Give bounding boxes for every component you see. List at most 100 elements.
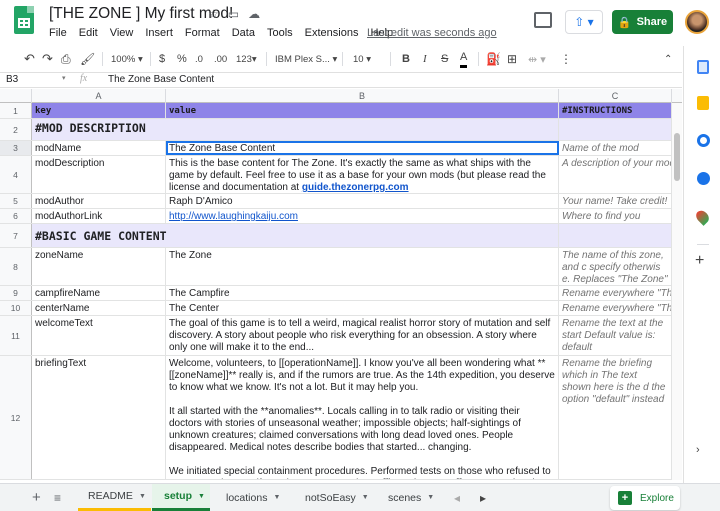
- calendar-icon[interactable]: [697, 60, 709, 74]
- sheet-tab-locations[interactable]: locations ▼: [214, 484, 292, 511]
- cell[interactable]: centerName: [32, 301, 166, 315]
- bold-button[interactable]: B: [402, 46, 410, 72]
- cell[interactable]: Welcome, volunteers, to [[operationName]…: [166, 356, 559, 479]
- cell[interactable]: http://www.laughingkaiju.com: [166, 209, 559, 223]
- row-number[interactable]: 6: [0, 209, 32, 223]
- cell[interactable]: Name of the mod: [559, 141, 672, 155]
- menu-insert[interactable]: Insert: [145, 27, 173, 39]
- undo-icon[interactable]: ↶: [24, 46, 35, 72]
- cell[interactable]: A description of your mod: [559, 156, 672, 193]
- menu-tools[interactable]: Tools: [267, 27, 293, 39]
- currency-format-button[interactable]: $: [159, 46, 165, 72]
- sheets-scroll-left-icon[interactable]: ◂: [454, 484, 460, 511]
- text-color-button[interactable]: A: [460, 48, 468, 68]
- column-header-c[interactable]: C: [559, 89, 672, 103]
- more-formats-button[interactable]: 123 ▾: [236, 46, 257, 72]
- contacts-icon[interactable]: [697, 172, 710, 185]
- italic-button[interactable]: I: [423, 46, 427, 72]
- cell[interactable]: Your name! Take credit!: [559, 194, 672, 208]
- tasks-icon[interactable]: [697, 134, 710, 147]
- name-box[interactable]: B3: [6, 74, 18, 85]
- cell[interactable]: briefingText: [32, 356, 166, 479]
- sheet-tab-notsoeasy[interactable]: notSoEasy ▼: [295, 484, 377, 511]
- guide-link[interactable]: guide.thezonerpg.com: [302, 182, 409, 193]
- column-header-b[interactable]: B: [166, 89, 559, 103]
- star-icon[interactable]: ☆: [208, 7, 219, 21]
- scrollbar-thumb[interactable]: [674, 133, 680, 181]
- paint-format-icon[interactable]: 🖌: [80, 46, 95, 72]
- row-number[interactable]: 4: [0, 156, 32, 193]
- collapse-toolbar-icon[interactable]: ⌃: [664, 46, 672, 72]
- share-button[interactable]: 🔒 Share: [612, 10, 673, 34]
- present-button[interactable]: ⇧ ▾: [565, 10, 603, 34]
- font-size-select[interactable]: 10 ▾: [353, 46, 371, 72]
- cell[interactable]: The Zone: [166, 248, 559, 285]
- menu-view[interactable]: View: [110, 27, 134, 39]
- cell[interactable]: modAuthorLink: [32, 209, 166, 223]
- row-number[interactable]: 7: [0, 224, 32, 247]
- selected-cell[interactable]: The Zone Base Content: [166, 141, 559, 155]
- cell[interactable]: modAuthor: [32, 194, 166, 208]
- account-avatar[interactable]: [685, 10, 709, 34]
- add-sheet-icon[interactable]: +: [32, 484, 41, 511]
- cell[interactable]: campfireName: [32, 286, 166, 300]
- formula-input[interactable]: The Zone Base Content: [108, 74, 214, 85]
- font-family-select[interactable]: IBM Plex S... ▾: [275, 46, 337, 72]
- keep-icon[interactable]: [697, 96, 709, 110]
- row-number[interactable]: 9: [0, 286, 32, 300]
- cell[interactable]: welcomeText: [32, 316, 166, 355]
- menu-data[interactable]: Data: [232, 27, 255, 39]
- cell[interactable]: modDescription: [32, 156, 166, 193]
- sheet-tab-scenes[interactable]: scenes ▼: [378, 484, 450, 511]
- explore-button[interactable]: + Explore: [610, 486, 680, 510]
- merge-cells-icon[interactable]: ⇹ ▾: [528, 46, 546, 72]
- row-number[interactable]: 11: [0, 316, 32, 355]
- section-cell[interactable]: #BASIC GAME CONTENT: [32, 224, 559, 247]
- cell[interactable]: Where to find you: [559, 209, 672, 223]
- cell[interactable]: Rename everywhere "The Ce: [559, 301, 672, 315]
- cell[interactable]: Raph D'Amico: [166, 194, 559, 208]
- row-number[interactable]: 3: [0, 141, 32, 155]
- row-number[interactable]: 10: [0, 301, 32, 315]
- cell[interactable]: The Campfire: [166, 286, 559, 300]
- add-ons-icon[interactable]: +: [695, 252, 704, 270]
- all-sheets-icon[interactable]: ≡: [54, 484, 61, 511]
- section-cell[interactable]: #MOD DESCRIPTION: [32, 119, 559, 140]
- cell[interactable]: key: [32, 103, 166, 118]
- row-number[interactable]: 2: [0, 119, 32, 140]
- cell[interactable]: The goal of this game is to tell a weird…: [166, 316, 559, 355]
- cell[interactable]: zoneName: [32, 248, 166, 285]
- cell[interactable]: #INSTRUCTIONS: [559, 103, 672, 118]
- comment-history-icon[interactable]: [534, 12, 552, 28]
- sheet-tab-readme[interactable]: README ▼: [78, 484, 151, 511]
- cell[interactable]: The Center: [166, 301, 559, 315]
- cell[interactable]: This is the base content for The Zone. I…: [166, 156, 559, 193]
- sheets-logo[interactable]: [14, 6, 34, 34]
- cell[interactable]: Rename the briefing which in The text sh…: [559, 356, 672, 479]
- cell[interactable]: value: [166, 103, 559, 118]
- zoom-select[interactable]: 100% ▾: [111, 46, 143, 72]
- menu-extensions[interactable]: Extensions: [305, 27, 359, 39]
- column-header-a[interactable]: A: [32, 89, 166, 103]
- document-title[interactable]: [THE ZONE ] My first mod!: [49, 5, 233, 23]
- strikethrough-button[interactable]: S: [441, 46, 448, 72]
- sheet-tab-setup[interactable]: setup ▼: [152, 484, 210, 511]
- maps-icon[interactable]: [693, 208, 712, 226]
- row-number[interactable]: 1: [0, 103, 32, 118]
- show-side-panel-icon[interactable]: ›: [696, 444, 700, 456]
- cloud-status-icon[interactable]: ☁: [248, 7, 260, 21]
- fill-color-icon[interactable]: ⛽: [486, 46, 501, 72]
- cell[interactable]: The name of this zone, and c specify oth…: [559, 248, 672, 285]
- cell[interactable]: [559, 119, 672, 140]
- last-edit-link[interactable]: Last edit was seconds ago: [367, 27, 497, 39]
- row-number[interactable]: 12: [0, 356, 32, 479]
- print-icon[interactable]: ⎙: [61, 46, 71, 72]
- cell[interactable]: [559, 224, 672, 247]
- decrease-decimal-button[interactable]: .0: [195, 46, 203, 72]
- cell[interactable]: modName: [32, 141, 166, 155]
- row-number[interactable]: 5: [0, 194, 32, 208]
- move-folder-icon[interactable]: ▭: [228, 7, 239, 21]
- vertical-scrollbar[interactable]: [672, 103, 682, 480]
- redo-icon[interactable]: ↷: [42, 46, 53, 72]
- select-all-corner[interactable]: [0, 89, 32, 103]
